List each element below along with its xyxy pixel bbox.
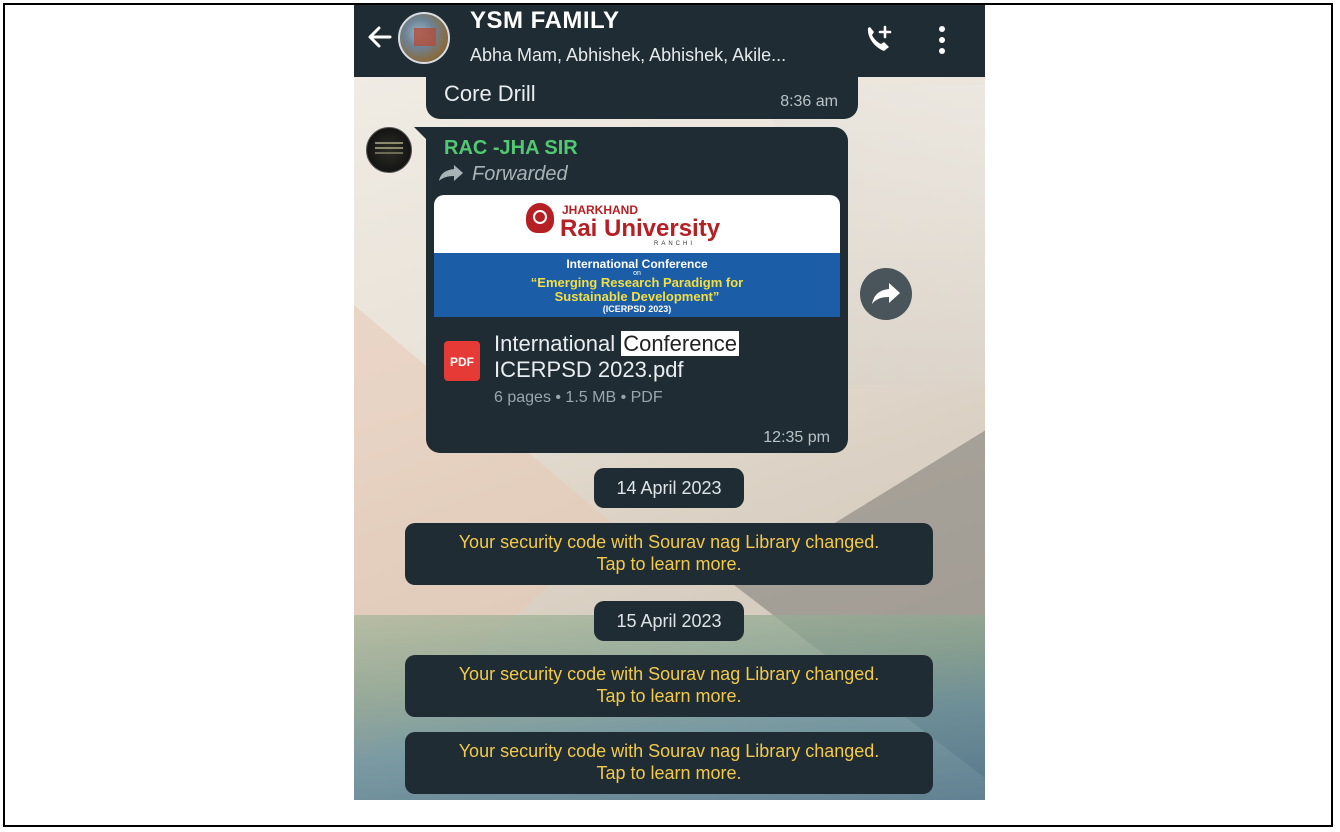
message-bubble[interactable]: Core Drill 8:36 am — [426, 73, 858, 119]
forwarded-text: Forwarded — [472, 163, 568, 185]
chat-header: YSM FAMILY Abha Mam, Abhishek, Abhishek,… — [354, 5, 985, 77]
share-button[interactable] — [860, 268, 912, 320]
notice-line-1: Your security code with Sourav nag Libra… — [458, 664, 880, 684]
more-vertical-icon[interactable] — [936, 23, 948, 57]
notice-line-1: Your security code with Sourav nag Libra… — [458, 741, 880, 761]
notice-line-1: Your security code with Sourav nag Libra… — [458, 532, 880, 552]
date-divider: 14 April 2023 — [594, 468, 744, 508]
pdf-icon-label: PDF — [450, 355, 474, 369]
university-seal-icon — [526, 203, 554, 233]
sender-avatar[interactable] — [366, 127, 412, 173]
banner-line-1: International Conference — [566, 257, 708, 271]
conference-banner: International Conference on “Emerging Re… — [434, 253, 840, 317]
notice-line-2: Tap to learn more. — [596, 763, 742, 783]
notice-line-2: Tap to learn more. — [596, 686, 742, 706]
share-forward-icon — [872, 283, 900, 304]
message-time: 8:36 am — [780, 93, 838, 110]
pdf-file-icon[interactable]: PDF — [444, 341, 480, 381]
group-avatar[interactable] — [398, 12, 450, 64]
logo-line-3: RANCHI — [654, 241, 696, 247]
message-time: 12:35 pm — [763, 429, 830, 446]
file-name-part: International — [494, 331, 622, 356]
add-call-icon[interactable] — [862, 23, 896, 57]
arrow-left-icon[interactable] — [366, 21, 394, 53]
security-notice[interactable]: Your security code with Sourav nag Libra… — [405, 523, 933, 585]
chat-screen: YSM FAMILY Abha Mam, Abhishek, Abhishek,… — [354, 5, 985, 800]
group-members[interactable]: Abha Mam, Abhishek, Abhishek, Akile... — [470, 45, 786, 66]
group-title[interactable]: YSM FAMILY — [470, 7, 619, 35]
forwarded-label: Forwarded — [438, 163, 568, 186]
message-text: Core Drill — [444, 81, 536, 106]
forward-arrow-icon — [439, 165, 463, 181]
file-meta: 6 pages • 1.5 MB • PDF — [494, 389, 663, 406]
banner-line-3: Sustainable Development” — [554, 289, 720, 304]
security-notice[interactable]: Your security code with Sourav nag Libra… — [405, 732, 933, 794]
banner-line-2: “Emerging Research Paradigm for — [530, 275, 744, 290]
university-logo: JHARKHAND Rai University RANCHI — [434, 201, 840, 251]
forwarded-document-message[interactable]: RAC -JHA SIR Forwarded JHARKHAND Rai Uni… — [426, 127, 848, 453]
sender-name[interactable]: RAC -JHA SIR — [444, 137, 578, 160]
security-notice[interactable]: Your security code with Sourav nag Libra… — [405, 655, 933, 717]
banner-line-4: (ICERPSD 2023) — [602, 304, 672, 314]
document-preview[interactable]: JHARKHAND Rai University RANCHI Internat… — [434, 195, 840, 317]
highlighted-text: Conference — [621, 331, 739, 356]
logo-line-2: Rai University — [560, 215, 721, 242]
notice-line-2: Tap to learn more. — [596, 554, 742, 574]
date-divider: 15 April 2023 — [594, 601, 744, 641]
file-name-line-1[interactable]: International Conference — [494, 331, 739, 357]
file-name-line-2[interactable]: ICERPSD 2023.pdf — [494, 357, 684, 383]
